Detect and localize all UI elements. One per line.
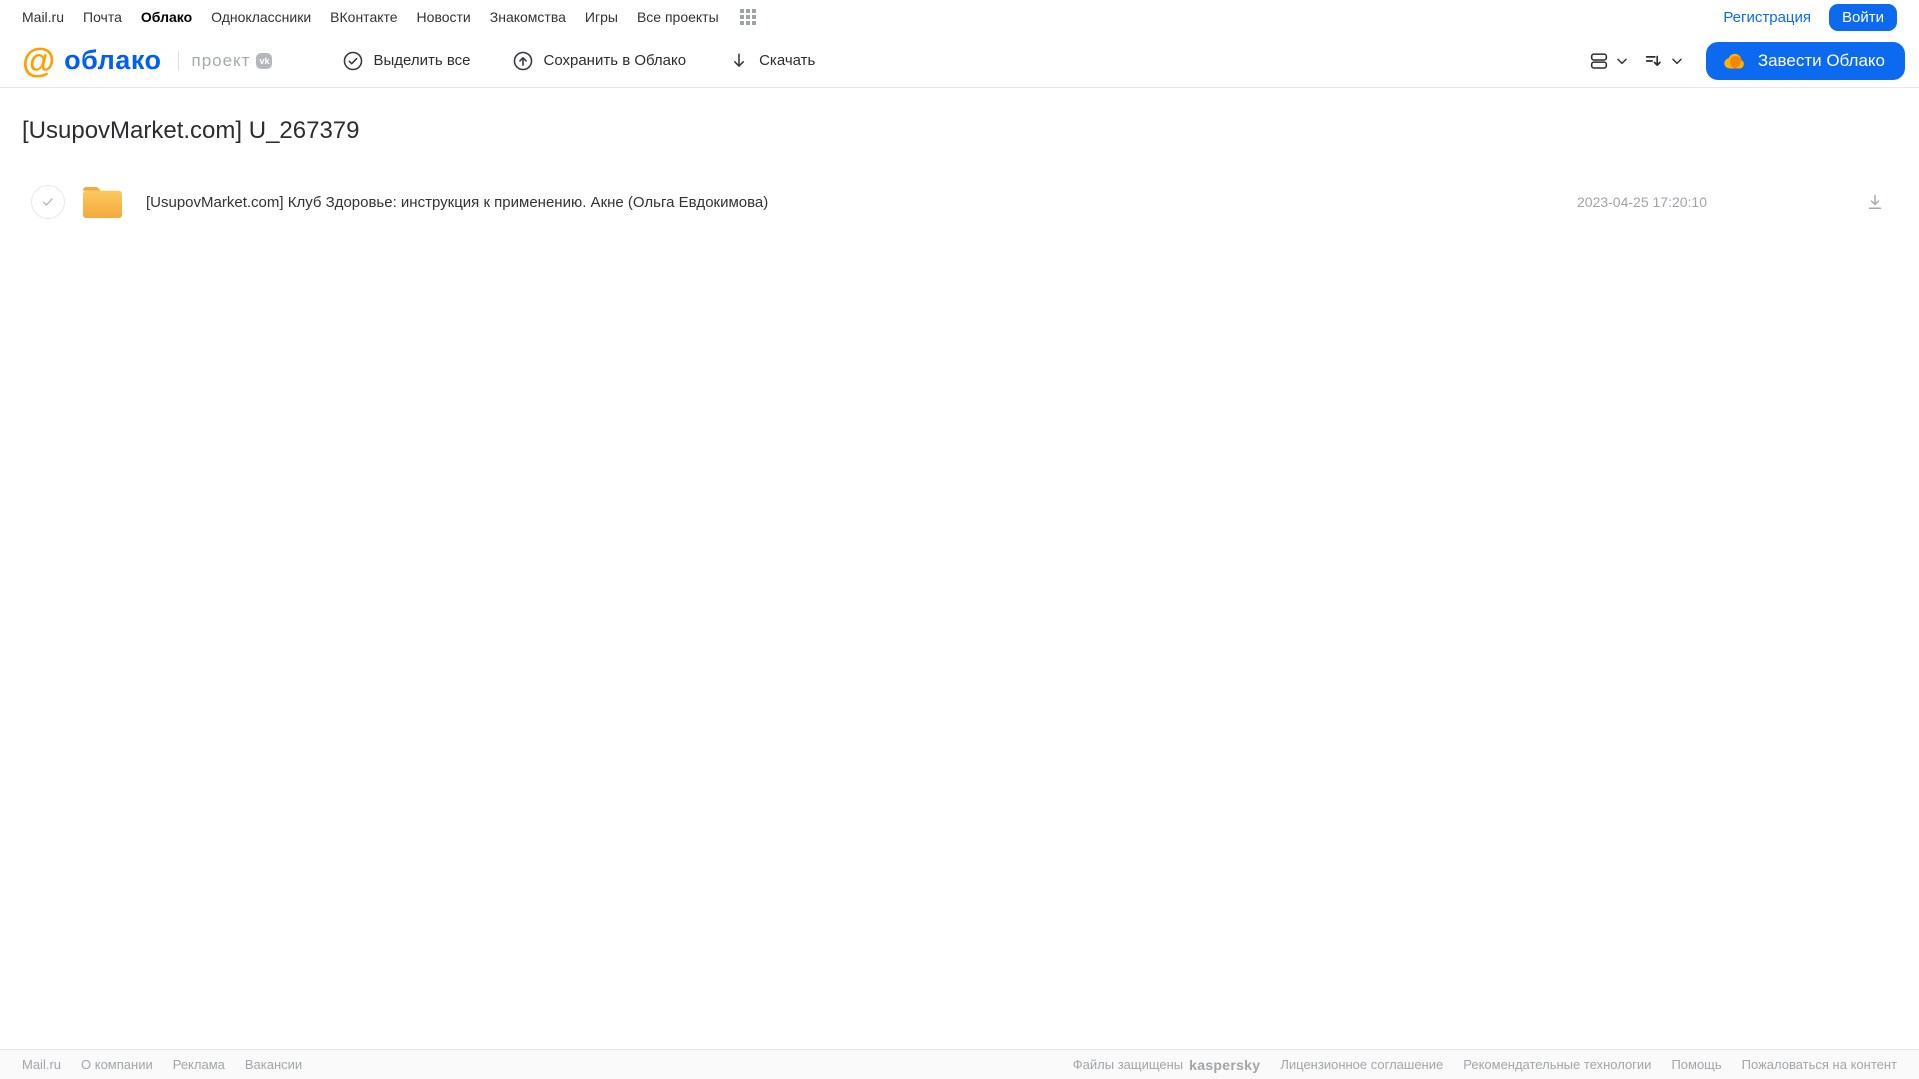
select-all-button[interactable]: Выделить все: [342, 50, 470, 72]
footer-mailru-link[interactable]: Mail.ru: [22, 1057, 61, 1072]
download-arrow-icon: [728, 50, 750, 72]
row-checkbox[interactable]: [31, 185, 65, 219]
login-button[interactable]: Войти: [1829, 3, 1897, 31]
footer-right-links: Файлы защищены kaspersky Лицензионное со…: [1073, 1057, 1897, 1073]
file-row[interactable]: [UsupovMarket.com] Клуб Здоровье: инстру…: [0, 178, 1919, 226]
toolbar: @ облако проект vk Выделить все Сохранит…: [0, 34, 1919, 88]
footer-ads-link[interactable]: Реклама: [173, 1057, 225, 1072]
logo-text: облако: [64, 45, 162, 75]
footer-about-link[interactable]: О компании: [81, 1057, 153, 1072]
get-cloud-button[interactable]: Завести Облако: [1705, 41, 1905, 80]
top-nav-bar: Mail.ru Почта Облако Одноклассники ВКонт…: [0, 0, 1919, 34]
save-to-cloud-button[interactable]: Сохранить в Облако: [512, 50, 686, 72]
nav-novosti[interactable]: Новости: [417, 9, 471, 25]
chevron-down-icon: [1670, 54, 1684, 68]
apps-grid-icon[interactable]: [739, 9, 756, 25]
cloud-logo[interactable]: @ облако проект vk: [22, 41, 273, 80]
folder-icon: [80, 182, 124, 222]
kaspersky-protected: Файлы защищены kaspersky: [1073, 1057, 1261, 1073]
nav-oblako[interactable]: Облако: [141, 9, 192, 25]
main-content: [UsupovMarket.com] U_267379 [UsupovMarke…: [0, 88, 1919, 226]
toolbar-right: Завести Облако: [1588, 41, 1905, 80]
project-vk-label: проект vk: [178, 50, 273, 71]
page-title: [UsupovMarket.com] U_267379: [22, 117, 360, 144]
row-download-icon[interactable]: [1865, 192, 1885, 212]
footer-license-link[interactable]: Лицензионное соглашение: [1280, 1057, 1443, 1072]
toolbar-actions: Выделить все Сохранить в Облако Скачать: [342, 50, 815, 72]
save-to-cloud-label: Сохранить в Облако: [543, 52, 687, 69]
view-mode-selector[interactable]: [1588, 50, 1629, 72]
vk-badge-icon: vk: [256, 52, 273, 69]
registration-link[interactable]: Регистрация: [1723, 9, 1811, 26]
chevron-down-icon: [1615, 54, 1629, 68]
download-button[interactable]: Скачать: [728, 50, 815, 72]
mailru-at-icon: @: [22, 41, 56, 80]
top-nav-auth: Регистрация Войти: [1723, 3, 1897, 31]
file-date: 2023-04-25 17:20:10: [1577, 194, 1707, 210]
footer-left-links: Mail.ru О компании Реклама Вакансии: [22, 1057, 302, 1072]
footer: Mail.ru О компании Реклама Вакансии Файл…: [0, 1049, 1919, 1079]
nav-igry[interactable]: Игры: [585, 9, 618, 25]
file-name-link[interactable]: [UsupovMarket.com] Клуб Здоровье: инстру…: [146, 194, 768, 211]
list-view-icon: [1588, 50, 1610, 72]
project-label: проект: [191, 50, 251, 70]
footer-help-link[interactable]: Помощь: [1671, 1057, 1721, 1072]
nav-znakomstva[interactable]: Знакомства: [490, 9, 566, 25]
sort-icon: [1643, 50, 1665, 72]
upload-cloud-icon: [512, 50, 534, 72]
protected-label: Файлы защищены: [1072, 1057, 1184, 1072]
download-label: Скачать: [759, 52, 816, 69]
footer-jobs-link[interactable]: Вакансии: [245, 1057, 302, 1072]
kaspersky-logo[interactable]: kaspersky: [1189, 1057, 1260, 1073]
get-cloud-label: Завести Облако: [1757, 50, 1885, 70]
nav-odnoklassniki[interactable]: Одноклассники: [211, 9, 311, 25]
check-circle-icon: [342, 50, 364, 72]
nav-pochta[interactable]: Почта: [83, 9, 122, 25]
select-all-label: Выделить все: [373, 52, 471, 69]
nav-mailru[interactable]: Mail.ru: [22, 9, 64, 25]
nav-vse-proekty[interactable]: Все проекты: [637, 9, 719, 25]
orange-cloud-icon: [1722, 51, 1748, 71]
sort-selector[interactable]: [1643, 50, 1684, 72]
footer-recommendations-link[interactable]: Рекомендательные технологии: [1463, 1057, 1651, 1072]
top-nav-links: Mail.ru Почта Облако Одноклассники ВКонт…: [22, 9, 756, 25]
footer-report-link[interactable]: Пожаловаться на контент: [1742, 1057, 1897, 1072]
nav-vkontakte[interactable]: ВКонтакте: [330, 9, 397, 25]
